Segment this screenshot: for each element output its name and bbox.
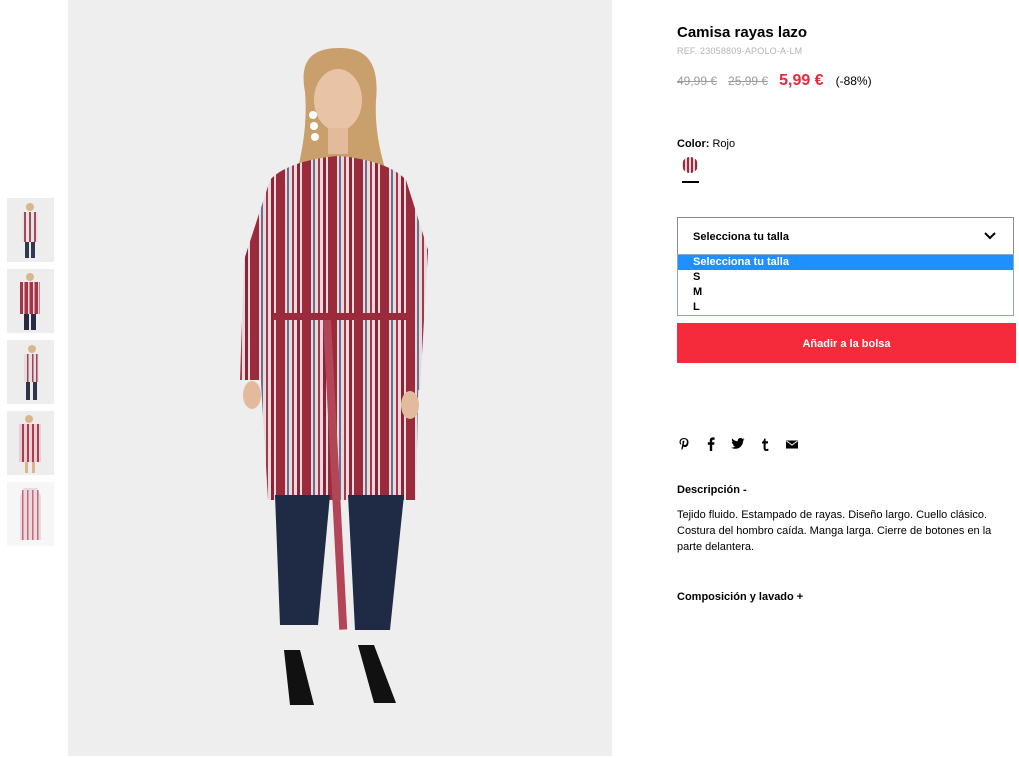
pinterest-icon[interactable] bbox=[677, 436, 691, 452]
main-product-image[interactable] bbox=[68, 0, 612, 756]
chevron-down-icon bbox=[984, 232, 996, 240]
thumbnail-4-image bbox=[7, 411, 54, 475]
swatch-selected-indicator bbox=[682, 181, 699, 183]
thumbnail-5[interactable] bbox=[7, 482, 54, 546]
thumbnail-5-image bbox=[7, 482, 54, 546]
thumbnail-2-image bbox=[7, 269, 54, 333]
twitter-icon[interactable] bbox=[731, 436, 745, 452]
thumbnail-list bbox=[7, 198, 54, 553]
color-selector: Color: Rojo bbox=[677, 138, 735, 150]
thumbnail-3[interactable] bbox=[7, 340, 54, 404]
thumbnail-1-image bbox=[7, 198, 54, 262]
thumbnail-2[interactable] bbox=[7, 269, 54, 333]
product-title: Camisa rayas lazo bbox=[677, 24, 808, 41]
product-reference: REF. 23058809-APOLO-A-LM bbox=[677, 46, 803, 56]
size-select[interactable]: Selecciona tu talla bbox=[677, 217, 1014, 255]
size-option-s[interactable]: S bbox=[678, 270, 1013, 285]
add-to-bag-button[interactable]: Añadir a la bolsa bbox=[677, 323, 1016, 363]
product-photo bbox=[68, 0, 612, 756]
striped-swatch-icon bbox=[682, 157, 698, 173]
current-price: 5,99 € bbox=[779, 72, 824, 89]
tumblr-icon[interactable] bbox=[758, 436, 772, 452]
color-label: Color: bbox=[677, 138, 710, 150]
size-option-l[interactable]: L bbox=[678, 300, 1013, 315]
price-row: 49,99 € 25,99 € 5,99 € (-88%) bbox=[677, 72, 872, 90]
thumbnail-4[interactable] bbox=[7, 411, 54, 475]
size-option-m[interactable]: M bbox=[678, 285, 1013, 300]
thumbnail-1[interactable] bbox=[7, 198, 54, 262]
size-dropdown-list: Selecciona tu talla S M L bbox=[677, 254, 1014, 316]
composition-toggle[interactable]: Composición y lavado + bbox=[677, 591, 803, 603]
share-icons bbox=[677, 436, 812, 452]
original-price: 49,99 € bbox=[677, 74, 718, 88]
description-toggle[interactable]: Descripción - bbox=[677, 484, 747, 496]
size-option-placeholder[interactable]: Selecciona tu talla bbox=[678, 255, 1013, 270]
previous-price: 25,99 € bbox=[728, 74, 769, 88]
thumbnail-3-image bbox=[7, 340, 54, 404]
discount-percent: (-88%) bbox=[835, 74, 872, 88]
color-swatch-rojo[interactable] bbox=[682, 157, 698, 173]
email-icon[interactable] bbox=[785, 436, 799, 452]
color-value: Rojo bbox=[712, 138, 736, 150]
size-select-value: Selecciona tu talla bbox=[693, 231, 789, 243]
facebook-icon[interactable] bbox=[704, 436, 718, 452]
description-text: Tejido fluido. Estampado de rayas. Diseñ… bbox=[677, 509, 992, 553]
